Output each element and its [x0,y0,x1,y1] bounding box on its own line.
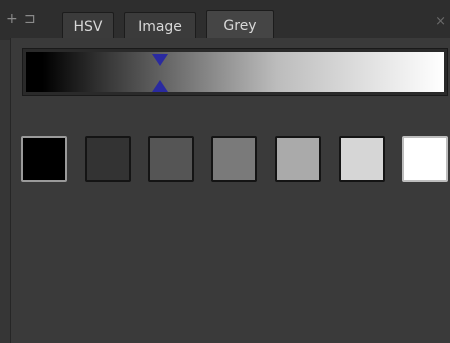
tab-image-label: Image [138,19,182,35]
tab-hsv-label: HSV [73,19,103,35]
grey-swatch[interactable] [21,136,67,182]
tab-hsv[interactable]: HSV [62,12,114,40]
pin-icon[interactable]: ⊐ [24,12,36,26]
slider-marker-top-icon[interactable] [152,54,168,66]
add-tab-icon[interactable]: + [6,12,18,26]
grey-swatch[interactable] [402,136,448,182]
grey-swatch[interactable] [85,136,131,182]
grey-swatch[interactable] [148,136,194,182]
grey-swatch[interactable] [339,136,385,182]
tab-grey[interactable]: Grey [206,10,274,40]
tab-bar: + ⊐ HSV Image Grey × [0,0,450,40]
grey-swatch[interactable] [211,136,257,182]
grey-picker-panel: + ⊐ HSV Image Grey × [0,0,450,343]
tab-image[interactable]: Image [124,12,196,40]
grey-gradient-slider[interactable] [22,48,448,96]
grey-gradient-bar[interactable] [26,52,444,92]
grey-swatch[interactable] [275,136,321,182]
tab-grey-label: Grey [223,18,257,34]
close-icon[interactable]: × [435,14,446,29]
slider-marker-bottom-icon[interactable] [152,80,168,92]
